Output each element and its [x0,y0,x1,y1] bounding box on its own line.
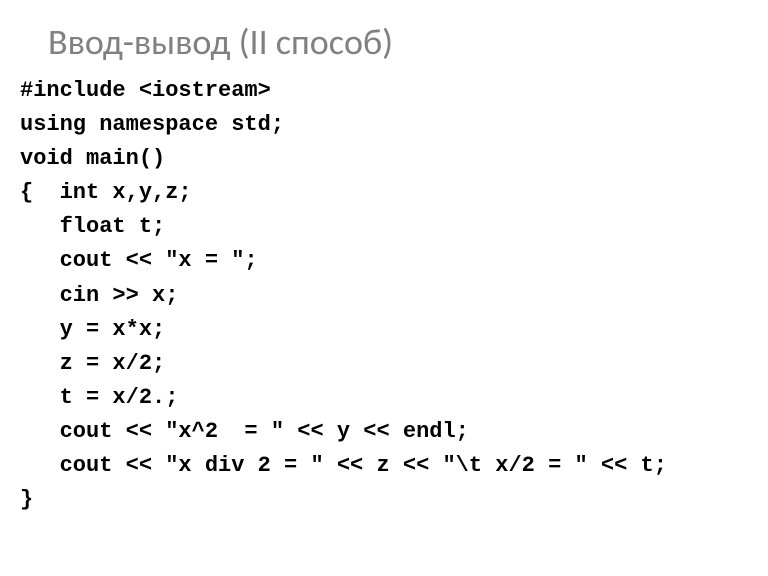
code-line-13: } [20,483,748,517]
code-line-12: cout << "x div 2 = " << z << "\t x/2 = "… [20,449,748,483]
code-line-5: float t; [20,210,748,244]
code-line-7: cin >> x; [20,279,748,313]
code-line-1: #include <iostream> [20,74,748,108]
code-block: #include <iostream> using namespace std;… [20,74,748,517]
code-line-2: using namespace std; [20,108,748,142]
code-line-4: { int x,y,z; [20,176,748,210]
code-line-3: void main() [20,142,748,176]
code-line-11: cout << "x^2 = " << y << endl; [20,415,748,449]
code-line-6: cout << "x = "; [20,244,748,278]
code-line-8: y = x*x; [20,313,748,347]
slide-title: Ввод-вывод (II способ) [48,20,748,64]
code-line-10: t = x/2.; [20,381,748,415]
code-line-9: z = x/2; [20,347,748,381]
